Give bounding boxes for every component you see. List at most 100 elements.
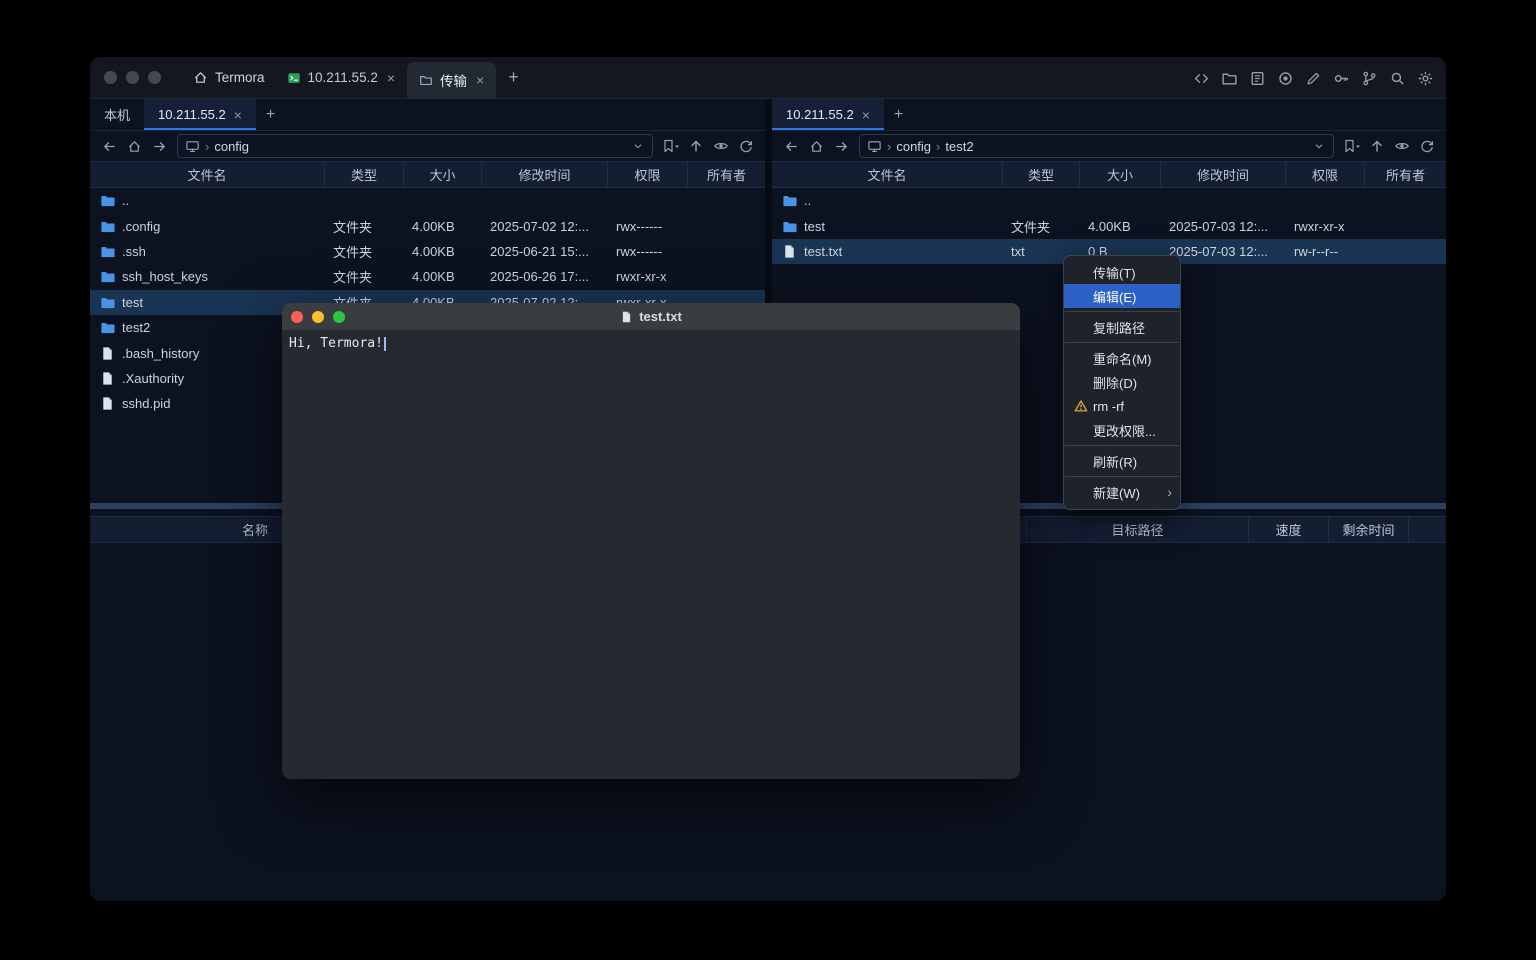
path-field[interactable]: ›config xyxy=(177,134,653,158)
window-tab-transfer[interactable]: 传输 × xyxy=(407,62,496,98)
transfer-column-end-spacer xyxy=(1408,517,1446,542)
column-header[interactable]: 权限 xyxy=(608,162,688,187)
folder-icon xyxy=(782,219,797,234)
menu-item[interactable]: 刷新(R) › xyxy=(1064,449,1180,473)
chevron-down-icon[interactable] xyxy=(1312,139,1326,153)
zoom-button[interactable] xyxy=(148,71,161,84)
close-button[interactable] xyxy=(104,71,117,84)
column-header[interactable]: 修改时间 xyxy=(1161,162,1286,187)
close-tab-icon[interactable]: × xyxy=(862,107,870,123)
menu-item[interactable]: 更改权限... › xyxy=(1064,418,1180,442)
table-row[interactable]: .config 文件夹 4.00KB 2025-07-02 12:... rwx… xyxy=(90,213,765,238)
back-arrow-icon[interactable] xyxy=(98,136,120,157)
path-field[interactable]: ›config›test2 xyxy=(859,134,1334,158)
folder-icon xyxy=(100,269,115,284)
menu-item[interactable]: 编辑(E) › xyxy=(1064,284,1180,308)
transfer-column-speed[interactable]: 速度 xyxy=(1248,517,1328,542)
add-panel-tab-button[interactable]: + xyxy=(256,99,285,130)
search-icon[interactable] xyxy=(1389,70,1406,87)
permissions-cell: rwxr-xr-x xyxy=(1286,219,1365,234)
editor-window: test.txt Hi, Termora! xyxy=(282,303,1020,779)
branch-icon[interactable] xyxy=(1361,70,1378,87)
table-row[interactable]: ssh_host_keys 文件夹 4.00KB 2025-06-26 17:.… xyxy=(90,264,765,289)
table-row[interactable]: .. xyxy=(90,188,765,213)
zoom-button[interactable] xyxy=(333,311,345,323)
file-icon xyxy=(100,371,115,386)
permissions-cell: rwx------ xyxy=(608,219,688,234)
tab-label: 本机 xyxy=(104,105,130,124)
settings-icon[interactable] xyxy=(1417,70,1434,87)
column-header[interactable]: 权限 xyxy=(1286,162,1365,187)
transfer-column-remaining-time[interactable]: 剩余时间 xyxy=(1328,517,1408,542)
tab-host[interactable]: 10.211.55.2 × xyxy=(772,99,884,130)
close-tab-icon[interactable]: × xyxy=(387,70,395,86)
table-row[interactable]: test 文件夹 4.00KB 2025-07-03 12:... rwxr-x… xyxy=(772,213,1446,238)
back-arrow-icon[interactable] xyxy=(780,136,802,157)
left-pathbar: ›config xyxy=(90,131,765,161)
window-tab-host[interactable]: 10.211.55.2 × xyxy=(275,57,408,99)
minimize-button[interactable] xyxy=(312,311,324,323)
column-header[interactable]: 修改时间 xyxy=(482,162,608,187)
chevron-down-icon[interactable] xyxy=(631,139,645,153)
refresh-icon[interactable] xyxy=(735,136,757,157)
key-icon[interactable] xyxy=(1333,70,1350,87)
menu-item[interactable]: 删除(D) › xyxy=(1064,370,1180,394)
tab-local[interactable]: 本机 xyxy=(90,99,144,130)
close-tab-icon[interactable]: × xyxy=(476,72,484,88)
left-panel-tabs: 本机 10.211.55.2 × + xyxy=(90,99,765,131)
editor-content[interactable]: Hi, Termora! xyxy=(282,330,1020,779)
pencil-icon[interactable] xyxy=(1305,70,1322,87)
column-header[interactable]: 所有者 xyxy=(1365,162,1446,187)
code-icon[interactable] xyxy=(1193,70,1210,87)
home-icon xyxy=(193,70,208,85)
refresh-icon[interactable] xyxy=(1416,136,1438,157)
add-panel-tab-button[interactable]: + xyxy=(884,99,913,130)
menu-item[interactable]: rm -rf › xyxy=(1064,394,1180,418)
menu-item[interactable]: 复制路径 › xyxy=(1064,315,1180,339)
tab-host[interactable]: 10.211.55.2 × xyxy=(144,99,256,130)
eye-icon[interactable] xyxy=(710,136,732,157)
transfer-column-target-path[interactable]: 目标路径 xyxy=(1026,517,1248,542)
forward-arrow-icon[interactable] xyxy=(830,136,852,157)
menu-item-label: rm -rf xyxy=(1093,399,1124,414)
eye-icon[interactable] xyxy=(1391,136,1413,157)
mtime-cell: 2025-07-03 12:... xyxy=(1161,244,1286,259)
home-icon[interactable] xyxy=(805,136,827,157)
forward-arrow-icon[interactable] xyxy=(148,136,170,157)
column-header[interactable]: 类型 xyxy=(1003,162,1080,187)
bookmark-icon[interactable] xyxy=(660,136,682,157)
menu-item[interactable]: 新建(W) › xyxy=(1064,480,1180,504)
breadcrumb-separator: › xyxy=(936,139,940,154)
menu-item[interactable]: 重命名(M) › xyxy=(1064,346,1180,370)
table-row[interactable]: .ssh 文件夹 4.00KB 2025-06-21 15:... rwx---… xyxy=(90,239,765,264)
table-row[interactable]: .. xyxy=(772,188,1446,213)
new-window-tab-button[interactable]: + xyxy=(496,67,531,88)
permissions-cell: rwxr-xr-x xyxy=(608,269,688,284)
menu-separator xyxy=(1065,476,1179,477)
app-home-tab[interactable]: Termora xyxy=(183,57,275,99)
folder-icon xyxy=(419,73,433,87)
home-icon[interactable] xyxy=(123,136,145,157)
column-header[interactable]: 大小 xyxy=(404,162,482,187)
column-header[interactable]: 文件名 xyxy=(772,162,1003,187)
minimize-button[interactable] xyxy=(126,71,139,84)
path-segment[interactable]: config xyxy=(214,139,249,154)
menu-separator xyxy=(1065,445,1179,446)
menu-item[interactable]: 传输(T) › xyxy=(1064,260,1180,284)
notebook-icon[interactable] xyxy=(1249,70,1266,87)
computer-icon xyxy=(185,139,200,154)
filename-cell: .ssh xyxy=(90,244,325,259)
column-header[interactable]: 文件名 xyxy=(90,162,325,187)
bookmark-icon[interactable] xyxy=(1341,136,1363,157)
folder-icon[interactable] xyxy=(1221,70,1238,87)
path-segment[interactable]: test2 xyxy=(945,139,973,154)
column-header[interactable]: 类型 xyxy=(325,162,404,187)
close-tab-icon[interactable]: × xyxy=(234,107,242,123)
up-arrow-icon[interactable] xyxy=(1366,136,1388,157)
record-icon[interactable] xyxy=(1277,70,1294,87)
up-arrow-icon[interactable] xyxy=(685,136,707,157)
column-header[interactable]: 大小 xyxy=(1080,162,1161,187)
close-button[interactable] xyxy=(291,311,303,323)
path-segment[interactable]: config xyxy=(896,139,931,154)
column-header[interactable]: 所有者 xyxy=(688,162,765,187)
